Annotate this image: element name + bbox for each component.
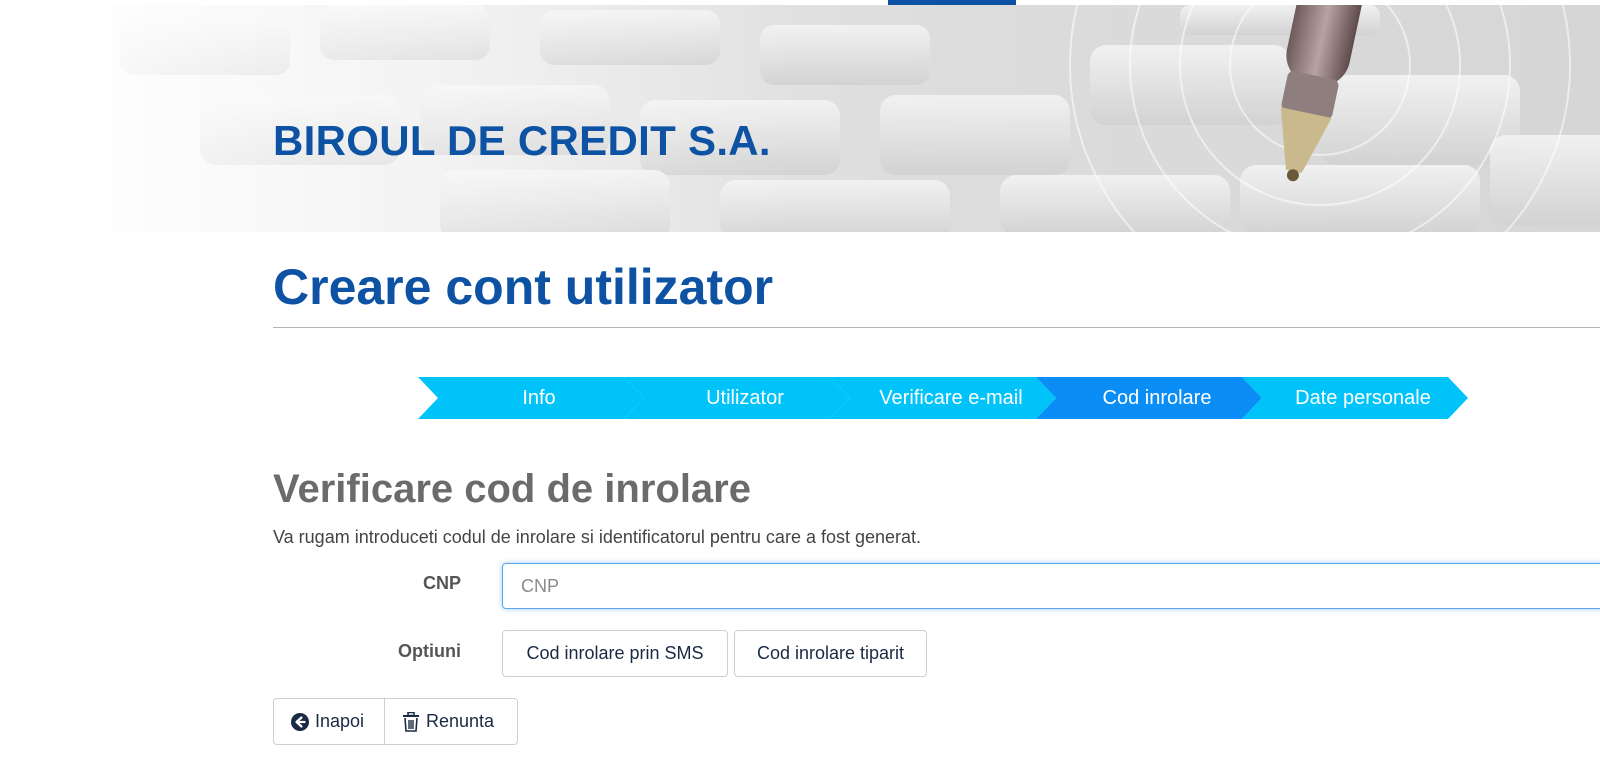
step-cod-inrolare[interactable]: Cod inrolare xyxy=(1036,377,1262,419)
printed-code-button[interactable]: Cod inrolare tiparit xyxy=(734,630,927,677)
step-label: Cod inrolare xyxy=(1102,386,1212,409)
arrow-circle-left-icon xyxy=(291,712,309,731)
cnp-input[interactable] xyxy=(502,563,1600,609)
trash-icon xyxy=(402,711,420,732)
cancel-button[interactable]: Renunta xyxy=(385,698,518,745)
step-label: Verificare e-mail xyxy=(879,386,1023,409)
wizard-steps: Info Utilizator Verificare e-mail Cod in… xyxy=(418,377,1468,419)
step-date-personale[interactable]: Date personale xyxy=(1242,377,1468,419)
back-button[interactable]: Inapoi xyxy=(273,698,385,745)
cnp-label: CNP xyxy=(422,573,461,593)
step-info[interactable]: Info xyxy=(418,377,644,419)
sms-code-button[interactable]: Cod inrolare prin SMS xyxy=(502,630,728,677)
step-label: Info xyxy=(522,386,556,409)
step-verificare-email[interactable]: Verificare e-mail xyxy=(830,377,1056,419)
section-title: Verificare cod de inrolare xyxy=(273,467,751,511)
action-button-group: Inapoi Renunta xyxy=(273,698,518,745)
brand-name: BIROUL DE CREDIT S.A. xyxy=(273,117,771,164)
section-description: Va rugam introduceti codul de inrolare s… xyxy=(273,527,922,547)
header-banner: BIROUL DE CREDIT S.A. xyxy=(0,5,1600,232)
back-button-label: Inapoi xyxy=(315,711,365,731)
title-divider xyxy=(273,327,1600,328)
options-label: Optiuni xyxy=(398,641,461,661)
keyboard-background-image xyxy=(0,5,1600,232)
page-title: Creare cont utilizator xyxy=(273,259,774,315)
cancel-button-label: Renunta xyxy=(426,711,495,731)
step-utilizator[interactable]: Utilizator xyxy=(624,377,850,419)
step-label: Utilizator xyxy=(706,386,784,409)
step-label: Date personale xyxy=(1295,386,1431,409)
